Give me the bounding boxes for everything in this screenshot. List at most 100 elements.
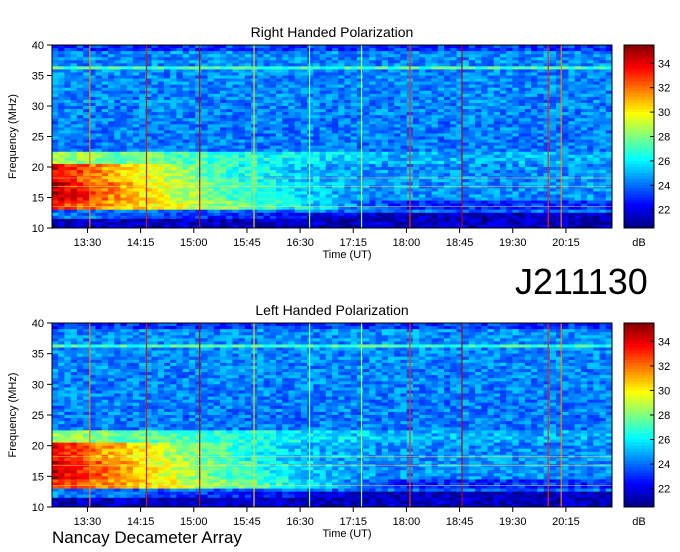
heatmap-cell	[139, 96, 146, 101]
heatmap-cell	[52, 179, 59, 183]
heatmap-cell	[431, 69, 439, 73]
heatmap-cell	[444, 109, 451, 113]
heatmap-cell	[120, 136, 128, 140]
heatmap-cell	[188, 72, 196, 76]
heatmap-cell	[450, 115, 457, 119]
heatmap-cell	[108, 93, 115, 98]
heatmap-cell	[213, 179, 221, 183]
heatmap-cell	[356, 200, 364, 204]
heatmap-cell	[338, 145, 345, 150]
heatmap-cell	[120, 167, 128, 171]
heatmap-cell	[313, 154, 320, 159]
heatmap-cell	[213, 173, 221, 177]
heatmap-cell	[151, 78, 159, 82]
heatmap-cell	[394, 200, 401, 204]
heatmap-cell	[269, 191, 277, 195]
heatmap-cell	[487, 139, 495, 143]
heatmap-cell	[500, 75, 507, 79]
heatmap-cell	[344, 154, 352, 159]
heatmap-cell	[493, 218, 501, 223]
heatmap-cell	[512, 179, 520, 183]
heatmap-cell	[437, 218, 445, 223]
heatmap-cell	[518, 179, 526, 183]
heatmap-cell	[276, 139, 283, 143]
heatmap-cell	[151, 133, 159, 137]
heatmap-cell	[481, 148, 488, 153]
heatmap-cell	[263, 145, 271, 150]
heatmap-cell	[269, 151, 277, 156]
heatmap-cell	[182, 215, 190, 220]
heatmap-cell	[475, 133, 482, 137]
heatmap-cell	[232, 93, 240, 98]
heatmap-cell	[294, 96, 302, 101]
heatmap-cell	[276, 106, 283, 110]
heatmap-cell	[500, 63, 507, 67]
heatmap-cell	[431, 167, 439, 171]
heatmap-cell	[157, 200, 165, 204]
heatmap-cell	[481, 154, 488, 159]
heatmap-cell	[188, 206, 196, 211]
heatmap-cell	[288, 194, 296, 198]
heatmap-cell	[313, 130, 320, 134]
heatmap-cell	[201, 127, 208, 131]
heatmap-cell	[213, 167, 221, 171]
heatmap-cell	[157, 112, 165, 116]
heatmap-cell	[95, 136, 103, 140]
heatmap-cell	[132, 93, 140, 98]
heatmap-cell	[269, 84, 277, 89]
heatmap-cell	[388, 197, 395, 201]
heatmap-cell	[400, 48, 408, 52]
heatmap-cell	[344, 54, 352, 58]
heatmap-cell	[363, 160, 370, 165]
heatmap-cell	[356, 75, 364, 79]
heatmap-cell	[313, 185, 320, 189]
heatmap-cell	[64, 191, 72, 195]
heatmap-cell	[381, 215, 389, 220]
heatmap-cell	[52, 99, 59, 104]
heatmap-cell	[232, 81, 240, 86]
heatmap-cell	[369, 173, 376, 177]
heatmap-cell	[444, 200, 451, 204]
heatmap-cell	[419, 142, 426, 147]
heatmap-cell	[506, 145, 513, 150]
heatmap-cell	[325, 66, 333, 70]
heatmap-cell	[531, 75, 538, 79]
heatmap-cell	[518, 209, 526, 214]
heatmap-cell	[182, 63, 190, 67]
heatmap-cell	[363, 182, 370, 186]
heatmap-cell	[157, 151, 165, 156]
heatmap-cell	[170, 87, 177, 92]
heatmap-cell	[120, 54, 128, 58]
heatmap-cell	[201, 218, 208, 223]
heatmap-cell	[506, 72, 513, 76]
heatmap-cell	[282, 57, 289, 61]
heatmap-cell	[549, 160, 557, 165]
heatmap-cell	[506, 148, 513, 153]
heatmap-cell	[512, 87, 520, 92]
heatmap-cell	[300, 124, 308, 128]
heatmap-cell	[83, 60, 90, 64]
heatmap-cell	[201, 154, 208, 159]
heatmap-cell	[276, 54, 283, 58]
heatmap-cell	[232, 133, 240, 137]
heatmap-cell	[108, 63, 115, 67]
heatmap-cell	[220, 188, 227, 192]
heatmap-cell	[381, 93, 389, 98]
heatmap-cell	[425, 163, 432, 168]
heatmap-cell	[114, 188, 121, 192]
heatmap-cell	[114, 218, 121, 223]
heatmap-cell	[101, 48, 109, 52]
heatmap-cell	[356, 87, 364, 92]
heatmap-cell	[170, 167, 177, 171]
heatmap-cell	[176, 48, 184, 52]
heatmap-cell	[226, 163, 233, 168]
heatmap-cell	[431, 148, 439, 153]
heatmap-cell	[375, 139, 383, 143]
heatmap-cell	[500, 154, 507, 159]
heatmap-cell	[437, 66, 445, 70]
heatmap-cell	[64, 197, 72, 201]
heatmap-cell	[244, 212, 252, 217]
heatmap-cell	[300, 142, 308, 147]
heatmap-cell	[201, 63, 208, 67]
heatmap-cell	[132, 87, 140, 92]
